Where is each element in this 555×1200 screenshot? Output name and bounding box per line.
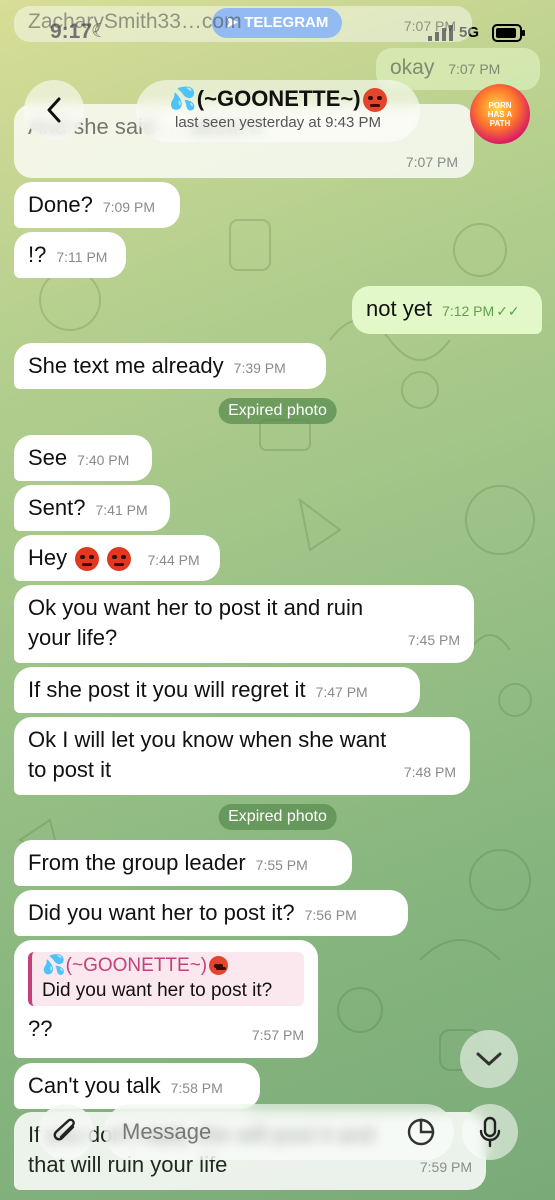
microphone-icon [479, 1116, 501, 1148]
avatar-text: PORN HAS A PATH [487, 100, 513, 128]
chat-subtitle: last seen yesterday at 9:43 PM [175, 114, 381, 132]
message-time: 7:39 PM [233, 360, 286, 376]
message-incoming[interactable]: She text me already 7:39 PM [14, 343, 326, 389]
message-text: She text me already [28, 353, 224, 378]
message-time: 7:12 PM [442, 303, 495, 319]
message-incoming[interactable]: Did you want her to post it? 7:56 PM [14, 890, 408, 936]
message-text: not yet [366, 296, 433, 321]
message-input-placeholder: Message [122, 1119, 212, 1144]
chevron-down-icon [476, 1052, 502, 1066]
message-input[interactable]: Message [104, 1104, 454, 1160]
message-incoming[interactable]: Ok I will let you know when she want to … [14, 717, 470, 795]
ghost-okay-text: okay [390, 56, 435, 79]
message-incoming-with-reply[interactable]: 💦(~GOONETTE~) Did you want her to post i… [14, 940, 318, 1058]
chat-title-row: 💦(~GOONETTE~) [136, 86, 420, 113]
scroll-down-button[interactable] [460, 1030, 518, 1088]
droplets-icon: 💦 [169, 86, 197, 111]
sticker-icon[interactable] [406, 1117, 436, 1147]
message-incoming[interactable]: From the group leader 7:55 PM [14, 840, 352, 886]
message-text: Ok I will let you know when she want to … [28, 727, 387, 782]
message-time: 7:55 PM [255, 857, 308, 873]
ghost-email-text: ZacharySmith33…com [28, 10, 242, 33]
angry-face-icon [107, 547, 132, 572]
chat-header-info[interactable]: 💦(~GOONETTE~) last seen yesterday at 9:4… [136, 80, 420, 142]
message-incoming[interactable]: Sent? 7:41 PM [14, 485, 170, 531]
chat-title: (~GOONETTE~) [196, 86, 361, 111]
message-time: 7:41 PM [95, 502, 148, 518]
expired-photo-notice: Expired photo [218, 804, 337, 830]
message-time: 7:47 PM [315, 684, 368, 700]
message-incoming[interactable]: Hey 7:44 PM [14, 535, 220, 581]
message-text: Can't you talk [28, 1073, 161, 1098]
message-time: 7:45 PM [407, 632, 460, 648]
message-text: Did you want her to post it? [28, 900, 295, 925]
chat-avatar[interactable]: PORN HAS A PATH [470, 84, 530, 144]
reply-text: Did you want her to post it? [42, 980, 273, 1001]
message-time: 7:57 PM [251, 1027, 304, 1043]
message-incoming[interactable]: Can't you talk 7:58 PM [14, 1063, 260, 1109]
message-incoming[interactable]: See 7:40 PM [14, 435, 152, 481]
message-time: 7:56 PM [304, 907, 357, 923]
paperclip-icon [53, 1118, 75, 1141]
message-text: From the group leader [28, 850, 246, 875]
hot-face-icon [209, 956, 229, 976]
message-time: 7:58 PM [170, 1080, 223, 1096]
message-time: 7:09 PM [102, 199, 155, 215]
message-time: 7:48 PM [403, 764, 456, 780]
message-time: 7:44 PM [147, 552, 200, 568]
ghost-email-time: 7:07 PM [403, 18, 456, 34]
droplets-icon: 💦 [42, 955, 66, 976]
message-incoming[interactable]: Ok you want her to post it and ruin your… [14, 585, 474, 663]
message-time: 7:40 PM [77, 452, 130, 468]
chevron-left-icon [47, 97, 61, 123]
message-text: Ok you want her to post it and ruin your… [28, 595, 364, 650]
microphone-button[interactable] [462, 1104, 518, 1160]
expired-photo-notice: Expired photo [218, 398, 337, 424]
message-text: Hey [28, 545, 68, 570]
back-button[interactable] [24, 80, 84, 140]
angry-face-icon [75, 547, 100, 572]
message-incoming[interactable]: Done? 7:09 PM [14, 182, 180, 228]
reply-author: 💦(~GOONETTE~) [42, 954, 294, 978]
message-text: See [28, 445, 68, 470]
message-time: 7:11 PM [56, 249, 108, 265]
double-check-icon: ✓✓ [496, 303, 520, 319]
message-incoming[interactable]: If she post it you will regret it 7:47 PM [14, 667, 420, 713]
attach-button[interactable] [38, 1104, 94, 1160]
battery-icon [492, 24, 525, 42]
message-text: If she post it you will regret it [28, 677, 306, 702]
message-incoming[interactable]: !? 7:11 PM [14, 232, 126, 278]
ghost-okay-time: 7:07 PM [448, 61, 501, 77]
ghost-email: ZacharySmith33…com 7:07 PM [14, 6, 472, 42]
message-outgoing[interactable]: not yet 7:12 PM ✓✓ [352, 286, 542, 334]
ghost-partial-time: 7:07 PM [405, 154, 458, 170]
message-text: Done? [28, 192, 93, 217]
message-text: !? [28, 242, 47, 267]
hot-face-icon [362, 88, 387, 113]
message-text: Sent? [28, 495, 86, 520]
reply-quote[interactable]: 💦(~GOONETTE~) Did you want her to post i… [28, 952, 304, 1006]
reply-author-name: (~GOONETTE~) [65, 955, 208, 976]
